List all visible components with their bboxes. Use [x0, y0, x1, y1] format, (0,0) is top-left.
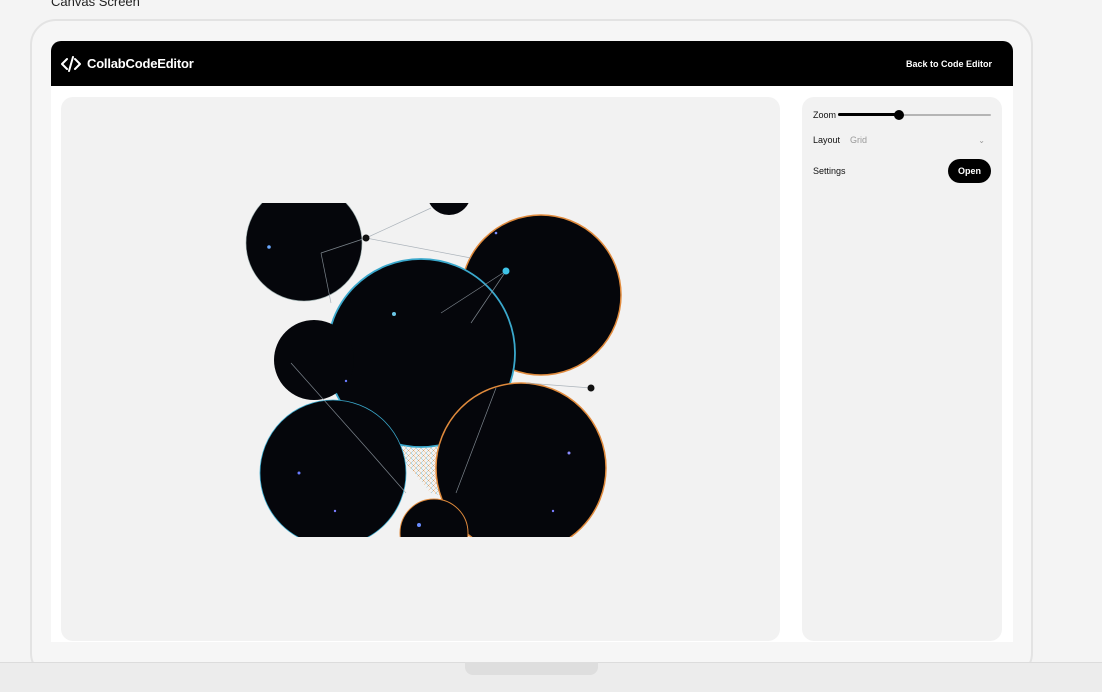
zoom-slider-thumb[interactable] — [894, 110, 905, 120]
back-to-code-editor-link[interactable]: Back to Code Editor — [906, 59, 992, 69]
top-navbar: CollabCodeEditor Back to Code Editor — [51, 41, 1013, 86]
canvas-settings-panel: Zoom Layout Grid ⌄ Settings Open — [802, 97, 1002, 641]
zoom-label: Zoom — [813, 110, 837, 120]
open-settings-button[interactable]: Open — [948, 159, 991, 183]
settings-control: Settings Open — [813, 159, 991, 183]
chevron-down-icon: ⌄ — [978, 135, 985, 145]
code-icon — [61, 55, 81, 72]
layout-selected-value: Grid — [850, 135, 868, 145]
laptop-notch — [465, 662, 598, 675]
app-name: CollabCodeEditor — [87, 56, 194, 71]
layout-select[interactable]: Grid ⌄ — [850, 135, 991, 145]
layout-control: Layout Grid ⌄ — [813, 134, 991, 146]
layout-label: Layout — [813, 135, 841, 145]
canvas-panel[interactable] — [61, 97, 780, 641]
brand[interactable]: CollabCodeEditor — [61, 55, 194, 72]
network-artwork — [231, 203, 631, 537]
app-screen: CollabCodeEditor Back to Code Editor Zoo… — [51, 41, 1013, 642]
settings-label: Settings — [813, 166, 846, 176]
zoom-control: Zoom — [813, 109, 991, 121]
zoom-slider[interactable] — [838, 109, 991, 121]
zoom-slider-fill — [838, 113, 900, 116]
screen-caption: Canvas Screen — [51, 0, 140, 9]
